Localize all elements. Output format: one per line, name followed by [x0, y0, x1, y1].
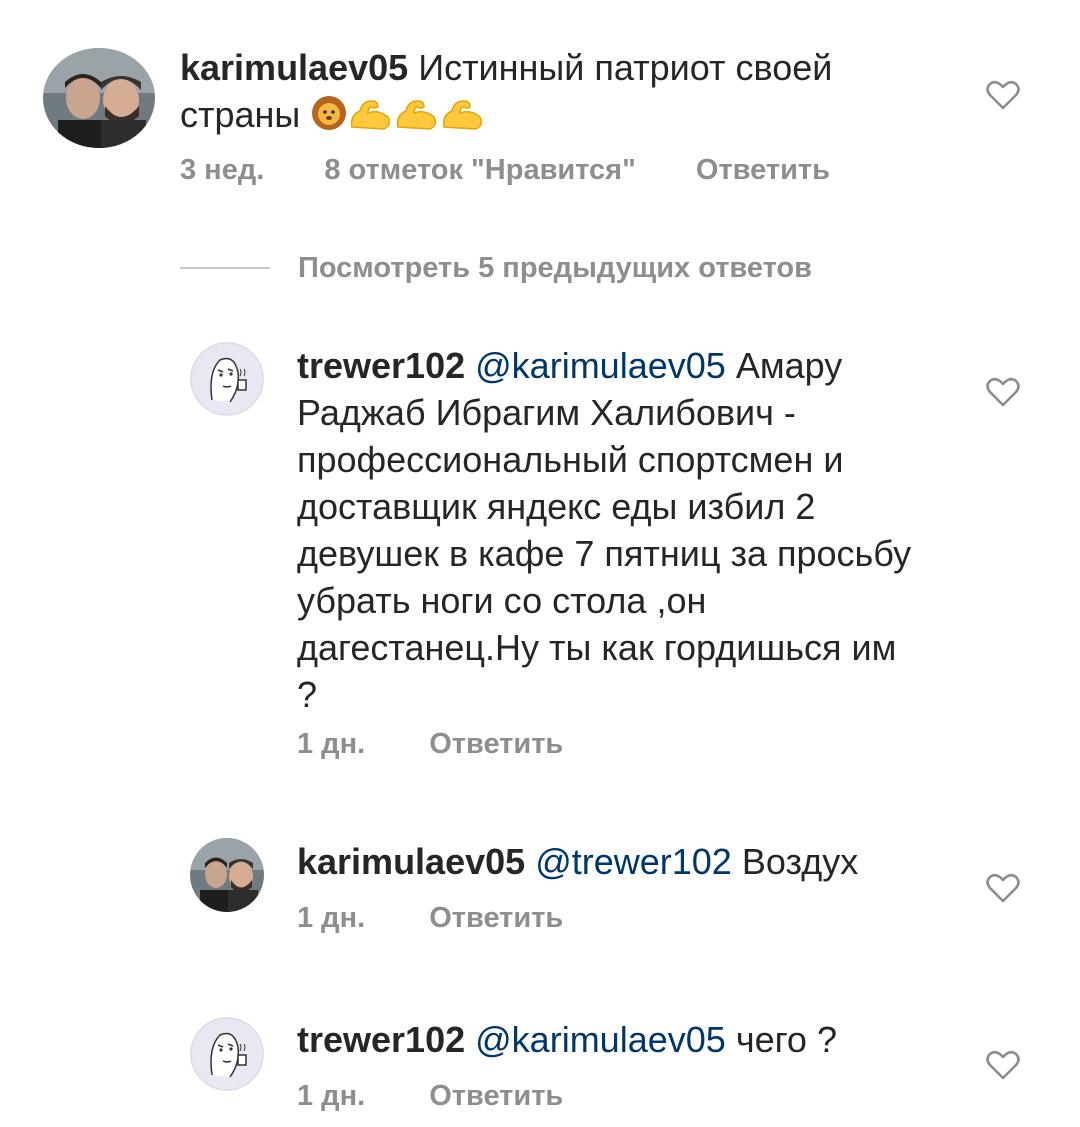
- comment-username[interactable]: trewer102: [297, 345, 465, 386]
- flexed-biceps-emoji-icon: [348, 95, 394, 142]
- meme-face-avatar-icon: [190, 1017, 264, 1091]
- comment-meta: 1 дн. Ответить: [297, 902, 563, 935]
- divider: [180, 267, 270, 269]
- view-replies-label[interactable]: Посмотреть 5 предыдущих ответов: [298, 252, 812, 285]
- mention-link[interactable]: @karimulaev05: [475, 345, 726, 386]
- reply-button[interactable]: Ответить: [429, 1080, 563, 1113]
- comment-meta: 3 нед. 8 отметок "Нравится" Ответить: [180, 154, 830, 187]
- comment-likes[interactable]: 8 отметок "Нравится": [324, 154, 636, 187]
- photo-avatar-icon: [43, 48, 155, 148]
- comment-body: Амару Раджаб Ибрагим Халибович - професс…: [297, 345, 912, 715]
- comment-time: 1 дн.: [297, 902, 366, 934]
- comment-time: 1 дн.: [297, 1080, 366, 1112]
- lion-emoji-icon: [310, 95, 348, 142]
- comment-text: karimulaev05 Истинный патриот своей стра…: [180, 44, 940, 142]
- meme-face-avatar-icon: [190, 342, 264, 416]
- mention-link[interactable]: @trewer102: [535, 841, 732, 882]
- like-heart-icon[interactable]: [986, 377, 1020, 407]
- reply-button[interactable]: Ответить: [429, 728, 563, 761]
- avatar[interactable]: [190, 838, 264, 912]
- reply-button[interactable]: Ответить: [696, 154, 830, 187]
- avatar[interactable]: [43, 48, 155, 148]
- flexed-biceps-emoji-icon: [394, 95, 440, 142]
- comment-username[interactable]: trewer102: [297, 1019, 465, 1060]
- like-heart-icon[interactable]: [986, 873, 1020, 903]
- comment-body: Воздух: [741, 841, 859, 882]
- comment-text: trewer102 @karimulaev05 чего ?: [297, 1016, 917, 1063]
- avatar[interactable]: [190, 342, 264, 416]
- comment-body: чего ?: [735, 1019, 837, 1060]
- comment-username[interactable]: karimulaev05: [180, 47, 408, 88]
- comment-username[interactable]: karimulaev05: [297, 841, 525, 882]
- reply-button[interactable]: Ответить: [429, 902, 563, 935]
- comment-meta: 1 дн. Ответить: [297, 1080, 563, 1113]
- avatar[interactable]: [190, 1017, 264, 1091]
- mention-link[interactable]: @karimulaev05: [475, 1019, 726, 1060]
- comment-text: karimulaev05 @trewer102 Воздух: [297, 838, 917, 885]
- view-previous-replies[interactable]: Посмотреть 5 предыдущих ответов: [180, 248, 812, 288]
- like-heart-icon[interactable]: [986, 80, 1020, 110]
- like-heart-icon[interactable]: [986, 1050, 1020, 1080]
- photo-avatar-icon: [190, 838, 264, 912]
- comment-time: 1 дн.: [297, 728, 366, 760]
- comment-text: trewer102 @karimulaev05 Амару Раджаб Ибр…: [297, 342, 917, 718]
- comment-meta: 1 дн. Ответить: [297, 728, 563, 761]
- flexed-biceps-emoji-icon: [440, 95, 486, 142]
- comment-time: 3 нед.: [180, 154, 265, 186]
